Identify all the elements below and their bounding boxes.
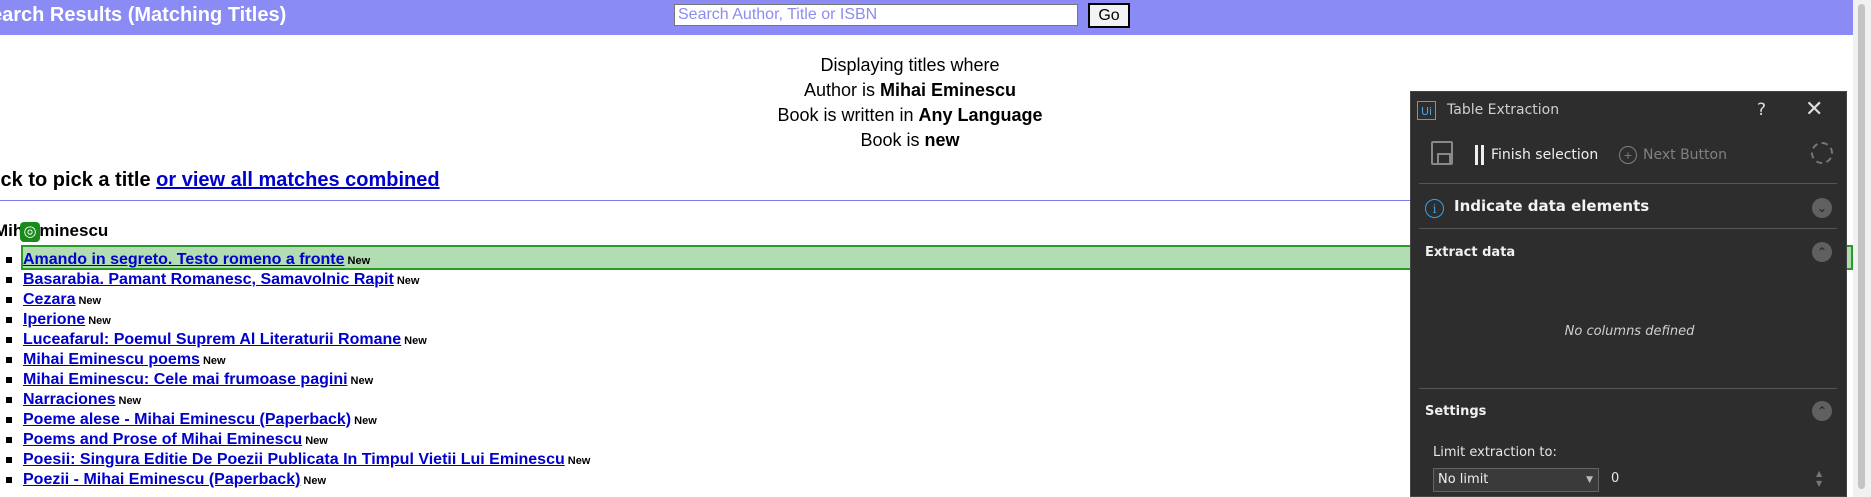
divider xyxy=(0,200,1412,201)
scrollbar-thumb[interactable] xyxy=(1858,4,1865,489)
new-badge: New xyxy=(118,395,142,407)
list-item: Luceafarul: Poemul Suprem Al Literaturii… xyxy=(0,330,590,350)
bullet-icon xyxy=(6,377,12,383)
title-link[interactable]: Narraciones xyxy=(23,391,116,408)
pick-text: ick to pick a title xyxy=(0,169,157,191)
title-link[interactable]: Amando in segreto. Testo romeno a fronte xyxy=(23,251,345,268)
bullet-icon xyxy=(6,357,12,363)
refresh-icon[interactable] xyxy=(1811,142,1833,164)
title-link[interactable]: Poesii: Singura Editie De Poezii Publica… xyxy=(23,451,565,468)
title-link[interactable]: Mihai Eminescu poems xyxy=(23,351,200,368)
list-item: Poezii - Mihai Eminescu (Paperback) New xyxy=(0,470,590,490)
condition-prefix: Book is xyxy=(860,130,925,150)
target-icon[interactable]: ◎ xyxy=(20,222,40,242)
new-badge: New xyxy=(305,435,328,447)
top-bar: earch Results (Matching Titles) Go xyxy=(0,0,1871,35)
finish-selection-label: Finish selection xyxy=(1491,147,1599,163)
view-all-link[interactable]: or view all matches combined xyxy=(156,169,439,191)
limit-select[interactable]: No limit ▼ xyxy=(1433,468,1599,492)
spinner-arrows-icon[interactable]: ▲ ▼ xyxy=(1816,469,1822,489)
search-input[interactable] xyxy=(674,4,1078,26)
new-badge: New xyxy=(354,415,377,427)
go-button[interactable]: Go xyxy=(1088,3,1130,28)
settings-header[interactable]: Settings xyxy=(1425,404,1486,419)
list-item: Cezara New xyxy=(0,290,590,310)
new-badge: New xyxy=(567,455,591,467)
limit-number-field[interactable]: 0 xyxy=(1611,471,1619,486)
pick-instruction: ick to pick a title or view all matches … xyxy=(0,169,440,192)
panel-title: Table Extraction xyxy=(1447,102,1560,118)
new-badge: New xyxy=(396,275,420,287)
author-heading: Mih Eminescu xyxy=(0,221,109,240)
indicate-data-elements-header[interactable]: Indicate data elements xyxy=(1454,197,1649,215)
list-item: Poesii: Singura Editie De Poezii Publica… xyxy=(0,450,590,470)
new-badge: New xyxy=(404,335,427,347)
page-scrollbar[interactable] xyxy=(1853,0,1871,497)
title-link[interactable]: Iperione xyxy=(23,311,85,328)
new-badge: New xyxy=(347,255,371,267)
bullet-icon xyxy=(6,457,12,463)
panel-divider xyxy=(1419,228,1837,229)
uipath-logo-icon: Ui xyxy=(1417,101,1436,120)
author-prefix: Author is xyxy=(803,80,880,100)
title-link[interactable]: Cezara xyxy=(23,291,75,308)
limit-select-value: No limit xyxy=(1438,472,1489,487)
list-item: Mihai Eminescu: Cele mai frumoase pagini… xyxy=(0,370,590,390)
title-link[interactable]: Poeme alese - Mihai Eminescu (Paperback) xyxy=(23,411,351,428)
close-button[interactable]: ✕ xyxy=(1805,97,1823,122)
chevron-down-icon[interactable]: ⌄ xyxy=(1812,198,1832,218)
title-link[interactable]: Poems and Prose of Mihai Eminescu xyxy=(23,431,302,448)
chevron-up-icon[interactable]: ⌃ xyxy=(1812,242,1832,262)
list-item: Iperione New xyxy=(0,310,590,330)
finish-selection-button[interactable]: Finish selection xyxy=(1475,145,1598,165)
list-item: Narraciones New xyxy=(0,390,590,410)
new-badge: New xyxy=(88,315,111,327)
help-button[interactable]: ? xyxy=(1757,100,1766,120)
info-icon: i xyxy=(1425,199,1444,218)
new-badge: New xyxy=(202,355,226,367)
criteria-intro: Displaying titles where xyxy=(820,55,1000,75)
list-item: Poems and Prose of Mihai Eminescu New xyxy=(0,430,590,450)
save-icon[interactable] xyxy=(1431,141,1453,165)
list-item: Mihai Eminescu poems New xyxy=(0,350,590,370)
list-item: Basarabia. Pamant Romanesc, Samavolnic R… xyxy=(0,270,590,290)
pause-bars-icon xyxy=(1475,145,1485,165)
language-value: Any Language xyxy=(918,105,1043,125)
bullet-icon xyxy=(6,417,12,423)
next-button[interactable]: + Next Button xyxy=(1619,146,1727,164)
title-link[interactable]: Poezii - Mihai Eminescu (Paperback) xyxy=(23,471,300,488)
extract-data-header[interactable]: Extract data xyxy=(1425,245,1515,260)
new-badge: New xyxy=(303,475,327,487)
bullet-icon xyxy=(6,317,12,323)
list-item: Poeme alese - Mihai Eminescu (Paperback)… xyxy=(0,410,590,430)
next-button-label: Next Button xyxy=(1643,147,1727,163)
limit-extraction-label: Limit extraction to: xyxy=(1433,445,1557,460)
title-list: Amando in segreto. Testo romeno a fronte… xyxy=(0,250,590,490)
condition-value: new xyxy=(924,130,960,150)
bullet-icon xyxy=(6,297,12,303)
chevron-up-icon[interactable]: ⌃ xyxy=(1812,401,1832,421)
next-target-icon: + xyxy=(1619,146,1637,164)
bullet-icon xyxy=(6,277,12,283)
table-extraction-panel: Ui Table Extraction ? ✕ Finish selection… xyxy=(1410,91,1847,497)
no-columns-message: No columns defined xyxy=(1564,324,1695,339)
author-value: Mihai Eminescu xyxy=(880,80,1017,100)
new-badge: New xyxy=(78,295,102,307)
bullet-icon xyxy=(6,257,12,263)
bullet-icon xyxy=(6,397,12,403)
dropdown-arrow-icon: ▼ xyxy=(1586,475,1593,485)
bullet-icon xyxy=(6,437,12,443)
bullet-icon xyxy=(6,477,12,483)
language-prefix: Book is written in xyxy=(777,105,919,125)
new-badge: New xyxy=(350,375,374,387)
bullet-icon xyxy=(6,337,12,343)
list-item: Amando in segreto. Testo romeno a fronte… xyxy=(0,250,590,270)
title-link[interactable]: Mihai Eminescu: Cele mai frumoase pagini xyxy=(23,371,348,388)
title-link[interactable]: Luceafarul: Poemul Suprem Al Literaturii… xyxy=(23,331,401,348)
title-link[interactable]: Basarabia. Pamant Romanesc, Samavolnic R… xyxy=(23,271,394,288)
panel-divider xyxy=(1419,183,1837,184)
panel-divider xyxy=(1419,388,1837,389)
page-title: earch Results (Matching Titles) xyxy=(0,4,287,26)
panel-toolbar: Finish selection + Next Button xyxy=(1411,136,1848,180)
